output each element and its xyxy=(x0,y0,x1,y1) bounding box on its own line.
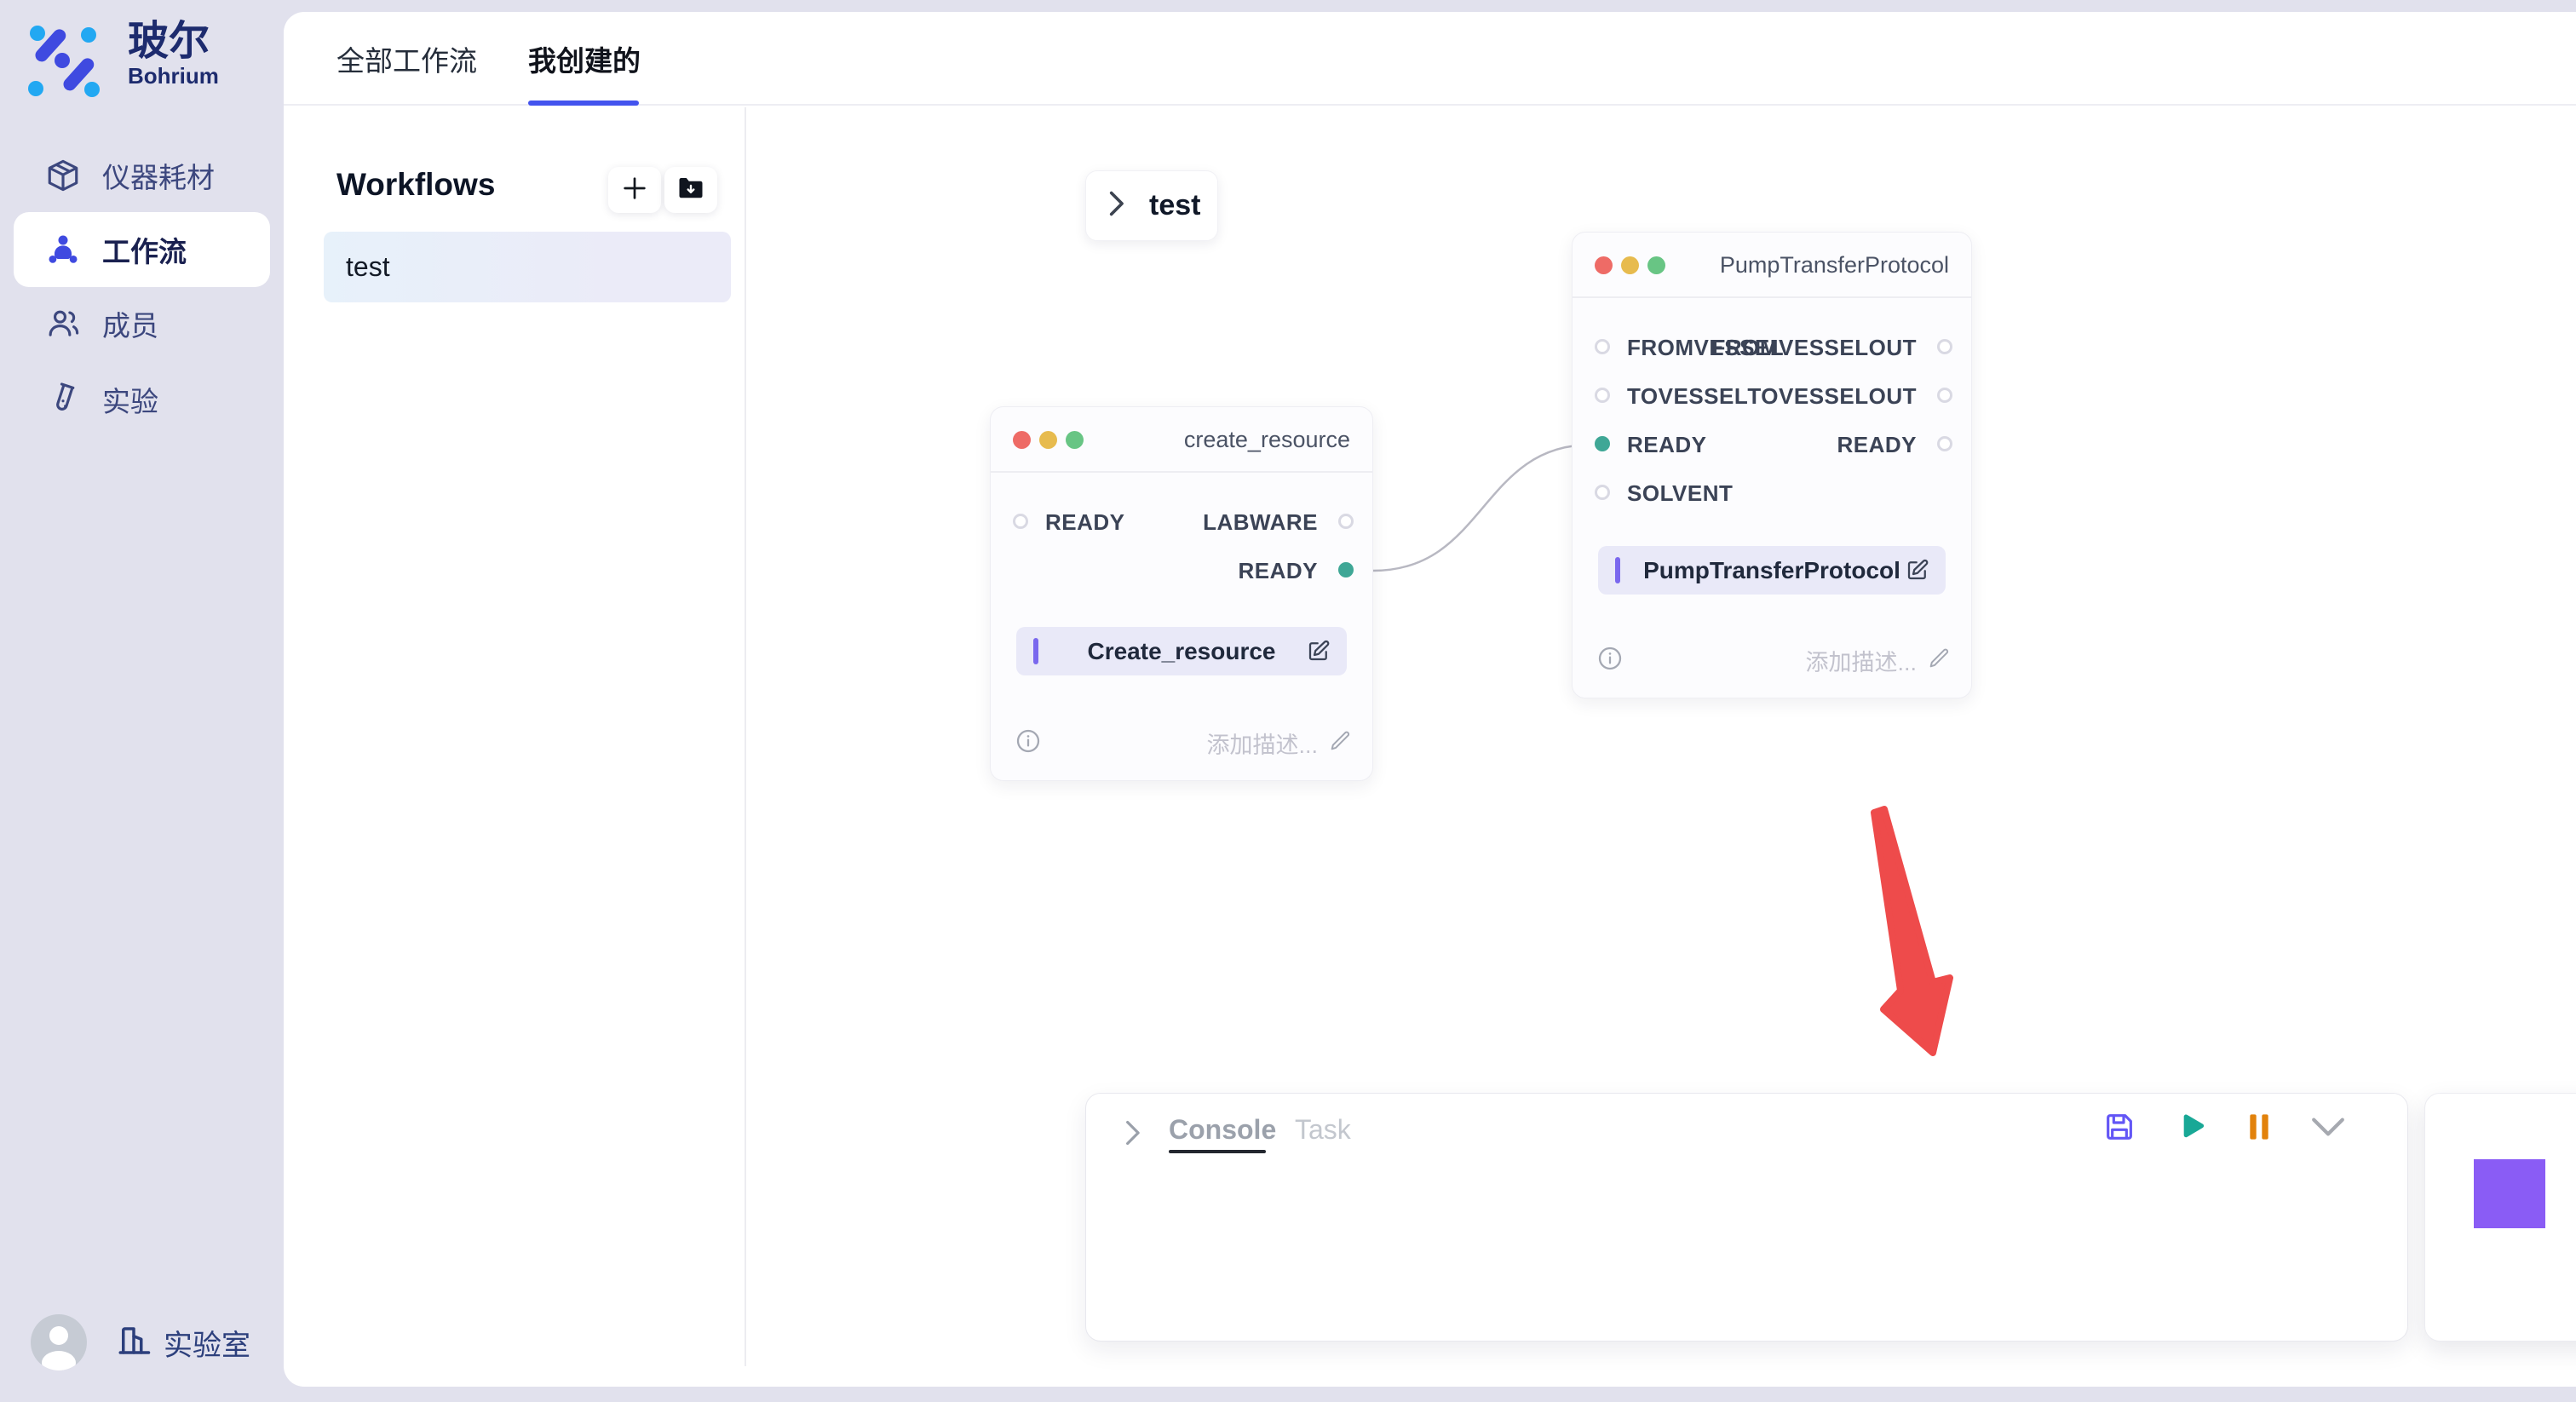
collapse-chevron-icon[interactable] xyxy=(2310,1116,2346,1138)
building-icon xyxy=(116,1323,152,1363)
dot-green-icon xyxy=(1066,431,1084,449)
top-tabs: 全部工作流 我创建的 xyxy=(284,12,2576,106)
minimap[interactable] xyxy=(2424,1093,2576,1342)
port-label: FROMVESSELOUT xyxy=(1711,335,1917,361)
port-in-tovessel[interactable] xyxy=(1595,388,1610,403)
tab-my-created[interactable]: 我创建的 xyxy=(528,12,641,106)
sidebar-item-label: 成员 xyxy=(102,303,158,344)
port-label: SOLVENT xyxy=(1627,480,1733,507)
port-in-ready[interactable] xyxy=(1013,514,1028,529)
sidebar-item-instruments[interactable]: 仪器耗材 xyxy=(0,138,284,213)
node-pill-create-resource[interactable]: Create_resource xyxy=(1016,627,1347,675)
console-panel: Console Task xyxy=(1085,1093,2408,1342)
sidebar-item-label: 仪器耗材 xyxy=(102,155,215,196)
pill-accent-bar xyxy=(1615,557,1620,583)
brand-name-en: Bohrium xyxy=(128,63,219,89)
node-footer: 添加描述... xyxy=(1596,645,1951,675)
chevron-right-icon xyxy=(1105,190,1127,221)
add-workflow-button[interactable] xyxy=(608,167,661,213)
sidebar: 玻尔 Bohrium 仪器耗材 工作流 xyxy=(0,0,284,1402)
port-label: TOVESSEL xyxy=(1627,383,1748,410)
dot-red-icon xyxy=(1013,431,1031,449)
port-out-fromvesselout[interactable] xyxy=(1937,339,1952,354)
description-placeholder: 添加描述... xyxy=(1805,644,1917,677)
port-label: LABWARE xyxy=(1203,509,1318,536)
user-avatar[interactable] xyxy=(31,1314,87,1370)
node-header: create_resource xyxy=(991,407,1372,473)
node-create-resource[interactable]: create_resource READY LABWARE READ xyxy=(990,406,1373,781)
node-pill-pump-transfer[interactable]: PumpTransferProtocol xyxy=(1598,546,1946,595)
port-label: READY xyxy=(1627,432,1707,458)
workflow-canvas[interactable]: test ⌘ 美化 xyxy=(746,107,2576,1387)
port-in-ready[interactable] xyxy=(1595,436,1610,451)
brand-logo: 玻尔 Bohrium xyxy=(26,20,219,110)
node-header: PumpTransferProtocol xyxy=(1573,233,1971,298)
run-icon[interactable] xyxy=(2174,1109,2208,1145)
app-window: 玻尔 Bohrium 仪器耗材 工作流 xyxy=(0,0,2576,1402)
pencil-icon xyxy=(1328,729,1352,757)
port-in-solvent[interactable] xyxy=(1595,485,1610,500)
test-tube-icon xyxy=(44,381,82,418)
description-placeholder: 添加描述... xyxy=(1206,727,1318,760)
port-label: TOVESSELOUT xyxy=(1747,383,1917,410)
pill-label: PumpTransferProtocol xyxy=(1598,557,1946,584)
pause-icon[interactable] xyxy=(2245,1111,2273,1143)
sidebar-item-experiments[interactable]: 实验 xyxy=(0,362,284,437)
breadcrumb-label: test xyxy=(1149,189,1200,222)
sidebar-item-label: 实验 xyxy=(102,379,158,420)
add-description[interactable]: 添加描述... xyxy=(1206,727,1352,760)
workflow-list-item-test[interactable]: test xyxy=(324,232,731,302)
sidebar-item-members[interactable]: 成员 xyxy=(0,286,284,361)
breadcrumb[interactable]: test xyxy=(1085,170,1218,241)
dot-yellow-icon xyxy=(1621,256,1639,274)
dot-red-icon xyxy=(1595,256,1613,274)
dot-green-icon xyxy=(1647,256,1665,274)
info-icon[interactable] xyxy=(1596,645,1624,676)
port-label: READY xyxy=(1045,509,1125,536)
port-in-fromvessel[interactable] xyxy=(1595,339,1610,354)
folder-import-icon xyxy=(676,173,706,208)
dot-yellow-icon xyxy=(1039,431,1057,449)
node-title: create_resource xyxy=(1184,407,1350,473)
sidebar-footer: 实验室 xyxy=(0,1308,284,1376)
import-workflow-button[interactable] xyxy=(664,167,717,213)
edit-icon[interactable] xyxy=(1905,557,1930,587)
edit-icon[interactable] xyxy=(1306,638,1331,668)
workflows-panel-title: Workflows xyxy=(336,167,495,203)
port-label: READY xyxy=(1238,558,1318,584)
add-description[interactable]: 添加描述... xyxy=(1805,644,1951,677)
pill-label: Create_resource xyxy=(1016,638,1347,665)
console-expand-chevron-icon[interactable] xyxy=(1120,1119,1144,1151)
brand-name-zh: 玻尔 xyxy=(128,20,219,63)
port-out-ready[interactable] xyxy=(1338,562,1354,577)
port-out-labware[interactable] xyxy=(1338,514,1354,529)
box-icon xyxy=(44,157,82,194)
active-tab-underline xyxy=(528,101,639,106)
node-footer: 添加描述... xyxy=(1015,727,1352,758)
node-title: PumpTransferProtocol xyxy=(1720,233,1949,298)
sidebar-item-label: 工作流 xyxy=(102,229,187,270)
lab-label: 实验室 xyxy=(164,1322,250,1364)
minimap-node-create-resource xyxy=(2474,1159,2545,1228)
pencil-icon xyxy=(1927,646,1951,675)
info-icon[interactable] xyxy=(1015,727,1042,759)
workflow-users-icon xyxy=(44,231,82,268)
lab-switcher[interactable]: 实验室 xyxy=(116,1322,250,1364)
node-pump-transfer-protocol[interactable]: PumpTransferProtocol FROMVESSEL FROMVESS… xyxy=(1572,232,1972,698)
tab-console[interactable]: Console xyxy=(1169,1114,1276,1146)
port-out-ready[interactable] xyxy=(1937,436,1952,451)
bohrium-logo-icon xyxy=(26,20,111,110)
port-label: READY xyxy=(1837,432,1917,458)
workflow-item-label: test xyxy=(346,251,390,283)
save-icon[interactable] xyxy=(2102,1110,2136,1144)
pill-accent-bar xyxy=(1033,638,1038,664)
members-icon xyxy=(44,305,82,342)
port-out-tovesselout[interactable] xyxy=(1937,388,1952,403)
tab-all-workflows[interactable]: 全部工作流 xyxy=(336,12,477,106)
plus-icon xyxy=(620,174,649,207)
console-tab-underline xyxy=(1169,1150,1266,1153)
sidebar-item-workflow[interactable]: 工作流 xyxy=(0,212,284,287)
tab-task[interactable]: Task xyxy=(1295,1114,1351,1146)
main-content: 全部工作流 我创建的 Workflows test xyxy=(284,12,2576,1387)
